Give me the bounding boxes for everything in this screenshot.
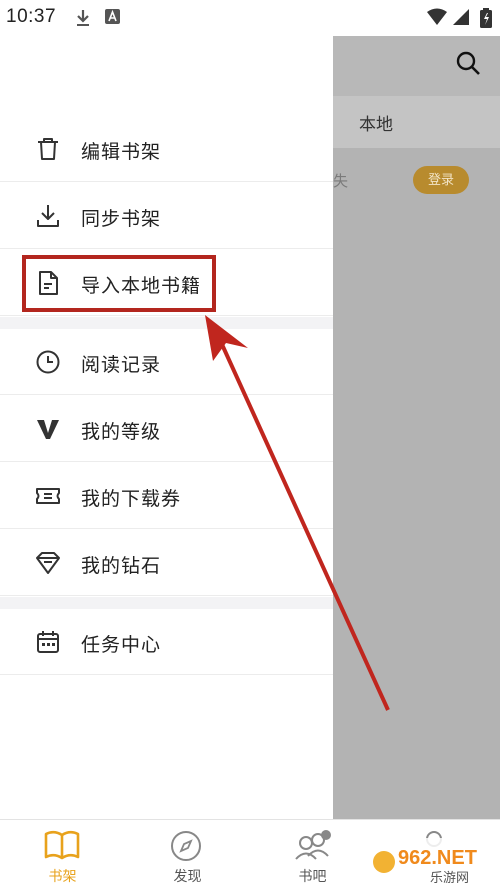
watermark-logo: 962.NET 乐游网 xyxy=(370,838,498,886)
svg-text:乐游网: 乐游网 xyxy=(430,871,469,886)
a-badge-icon xyxy=(105,9,120,24)
download-status-icon xyxy=(77,10,89,26)
annotation-arrow xyxy=(205,315,390,711)
status-time: 10:37 xyxy=(6,6,57,27)
status-bar: 10:37 xyxy=(0,0,500,36)
signal-icon xyxy=(453,9,469,25)
svg-text:962.NET: 962.NET xyxy=(398,847,477,869)
wifi-icon xyxy=(427,8,447,25)
battery-icon xyxy=(480,8,492,28)
